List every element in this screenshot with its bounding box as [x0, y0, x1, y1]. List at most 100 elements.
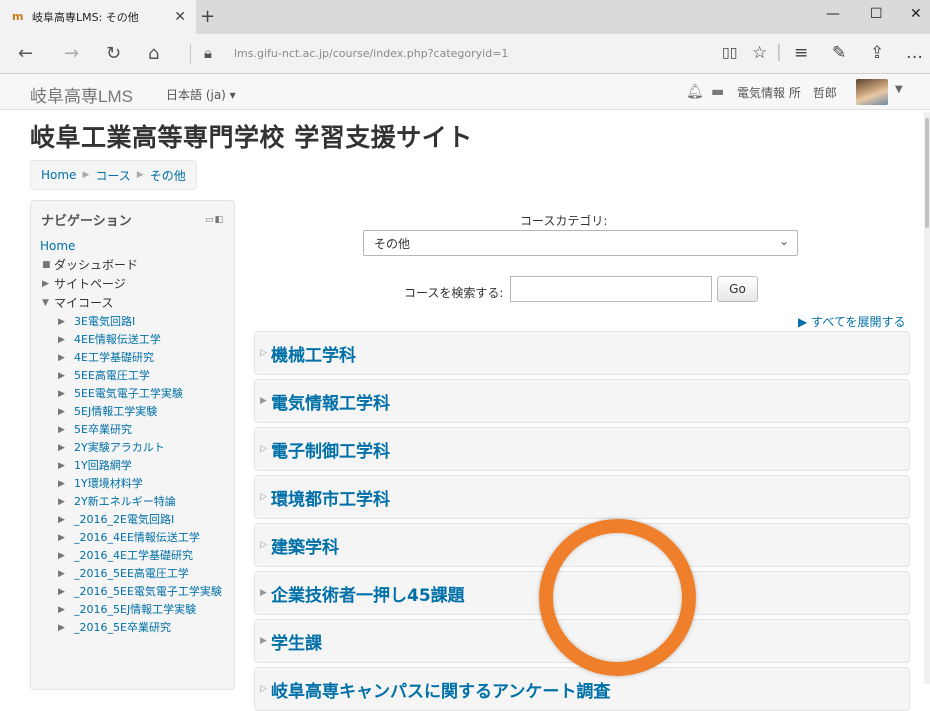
minimize-button[interactable]: —: [826, 6, 840, 22]
breadcrumb-separator-icon: ▶: [136, 170, 144, 180]
category-label: コースカテゴリ:: [520, 214, 608, 228]
course-item[interactable]: ▶ _2016_5E卒業研究: [58, 619, 230, 637]
language-menu[interactable]: 日本語 (ja) ▾: [166, 86, 236, 103]
category-name[interactable]: 学生課: [271, 629, 322, 654]
course-item[interactable]: ▶ _2016_5EE高電圧工学: [58, 565, 230, 583]
expand-icon: ▷: [260, 540, 267, 550]
expand-icon: ▷: [260, 348, 267, 358]
favorite-star-icon[interactable]: ☆: [752, 43, 767, 63]
forward-icon[interactable]: →: [64, 43, 79, 64]
category-row[interactable]: ▷ 電子制御工学科: [254, 427, 910, 471]
expand-icon: ▶: [260, 588, 267, 598]
category-row[interactable]: ▷ 岐阜高専キャンパスに関するアンケート調査: [254, 667, 910, 711]
browser-tab-bar: m 岐阜高専LMS: その他 ✕ + — ☐ ✕: [0, 0, 930, 34]
category-select[interactable]: その他 ⌄: [363, 230, 798, 256]
category-row[interactable]: ▶ 電気情報工学科: [254, 379, 910, 423]
hub-icon[interactable]: ≡: [794, 43, 808, 63]
course-item[interactable]: ▶ 5E卒業研究: [58, 421, 230, 439]
bullet-icon: ■: [42, 260, 51, 270]
category-name[interactable]: 建築学科: [271, 533, 339, 558]
category-name[interactable]: 電気情報工学科: [271, 389, 390, 414]
course-item[interactable]: ▶ _2016_4EE情報伝送工学: [58, 529, 230, 547]
window-close-button[interactable]: ✕: [910, 6, 922, 22]
course-item[interactable]: ▶ 1Y回路網学: [58, 457, 230, 475]
maximize-button[interactable]: ☐: [870, 6, 883, 22]
go-button[interactable]: Go: [717, 276, 758, 302]
course-item[interactable]: ▶ 5EE電気電子工学実験: [58, 385, 230, 403]
block-controls-icon[interactable]: ▭◧: [205, 215, 224, 225]
search-label: コースを検索する:: [404, 286, 504, 300]
course-item[interactable]: ▶ 1Y環境材料学: [58, 475, 230, 493]
chevron-down-icon: ⌄: [778, 234, 789, 248]
nav-item-label: サイトページ: [54, 277, 126, 291]
category-name[interactable]: 企業技術者一押し45課題: [271, 581, 465, 606]
navigation-block-title: ナビゲーション: [41, 214, 132, 229]
moodle-favicon-icon: m: [12, 10, 24, 23]
expand-icon: ▶: [260, 636, 267, 646]
expand-all-link[interactable]: ▶ すべてを展開する: [798, 313, 905, 330]
category-row[interactable]: ▷ 環境都市工学科: [254, 475, 910, 519]
category-name[interactable]: 電子制御工学科: [271, 437, 390, 462]
expand-icon: ▶: [260, 396, 267, 406]
nav-item-label: ダッシュボード: [54, 258, 139, 272]
divider: |: [776, 42, 782, 62]
expand-icon: ▷: [260, 684, 267, 694]
back-icon[interactable]: ←: [18, 43, 33, 64]
tab-close-icon[interactable]: ✕: [174, 9, 186, 25]
category-name[interactable]: 岐阜高専キャンパスに関するアンケート調査: [271, 677, 610, 702]
category-name[interactable]: 環境都市工学科: [271, 485, 390, 510]
user-name[interactable]: 電気情報 所 哲郎: [737, 84, 837, 101]
course-item[interactable]: ▶ _2016_2E電気回路I: [58, 511, 230, 529]
notifications-bell-icon[interactable]: 🔔︎: [686, 84, 704, 100]
scrollbar-thumb[interactable]: [925, 118, 929, 228]
category-select-value: その他: [374, 237, 411, 251]
collapse-icon: ▼: [42, 298, 49, 308]
nav-home[interactable]: Home: [40, 237, 230, 256]
course-search-input[interactable]: [510, 276, 712, 302]
share-icon[interactable]: ⇪: [870, 43, 884, 63]
nav-item-site-pages[interactable]: ▶ サイトページ: [40, 275, 230, 294]
more-icon[interactable]: …: [906, 43, 923, 63]
site-navbar: 岐阜高専LMS 日本語 (ja) ▾ 🔔︎ ▬ 電気情報 所 哲郎 ▼: [0, 74, 930, 110]
expand-icon: ▷: [260, 444, 267, 454]
navigation-block: ナビゲーション ▭◧ Home ■ ダッシュボード ▶ サイトページ ▼ マイコース …: [30, 200, 235, 690]
nav-item-label: マイコース: [54, 296, 114, 310]
new-tab-button[interactable]: +: [200, 6, 215, 27]
course-item[interactable]: ▶ 4E工学基礎研究: [58, 349, 230, 367]
refresh-icon[interactable]: ↻: [106, 43, 121, 64]
course-item[interactable]: ▶ 5EJ情報工学実験: [58, 403, 230, 421]
course-item[interactable]: ▶ 3E電気回路I: [58, 313, 230, 331]
avatar[interactable]: [856, 79, 888, 105]
course-item[interactable]: ▶ _2016_5EE電気電子工学実験: [58, 583, 230, 601]
breadcrumb-courses[interactable]: コース: [95, 167, 130, 184]
notes-icon[interactable]: ✎: [832, 43, 846, 63]
expand-icon: ▶: [42, 279, 49, 289]
course-item[interactable]: ▶ 2Y実験アラカルト: [58, 439, 230, 457]
breadcrumb-separator-icon: ▶: [82, 170, 90, 180]
course-item[interactable]: ▶ 2Y新エネルギー特論: [58, 493, 230, 511]
url-field[interactable]: lms.gifu-nct.ac.jp/course/index.php?cate…: [234, 47, 508, 60]
expand-icon: ▷: [260, 492, 267, 502]
course-item[interactable]: ▶ 4EE情報伝送工学: [58, 331, 230, 349]
category-row[interactable]: ▷ 機械工学科: [254, 331, 910, 375]
tab-title: 岐阜高専LMS: その他: [32, 11, 139, 24]
highlight-ring: [539, 519, 696, 676]
breadcrumb-home[interactable]: Home: [41, 168, 76, 182]
lock-icon: 🔒︎: [204, 44, 212, 62]
breadcrumb-current[interactable]: その他: [150, 167, 186, 184]
my-courses-list: ▶ 3E電気回路I ▶ 4EE情報伝送工学 ▶ 4E工学基礎研究 ▶ 5EE高電圧工学 …: [40, 313, 230, 637]
address-bar-row: ← → ↻ ⌂ 🔒︎ lms.gifu-nct.ac.jp/course/ind…: [0, 34, 930, 74]
course-item[interactable]: ▶ _2016_4E工学基礎研究: [58, 547, 230, 565]
category-name[interactable]: 機械工学科: [271, 341, 356, 366]
divider: [190, 44, 191, 64]
course-item[interactable]: ▶ _2016_5EJ情報工学実験: [58, 601, 230, 619]
site-brand[interactable]: 岐阜高専LMS: [30, 82, 133, 107]
chevron-down-icon[interactable]: ▼: [895, 84, 903, 95]
nav-item-dashboard[interactable]: ■ ダッシュボード: [40, 256, 230, 275]
course-item[interactable]: ▶ 5EE高電圧工学: [58, 367, 230, 385]
messages-icon[interactable]: ▬: [711, 84, 724, 100]
nav-item-my-courses[interactable]: ▼ マイコース: [40, 294, 230, 313]
reading-view-icon[interactable]: ▯▯: [722, 45, 737, 61]
browser-tab[interactable]: m 岐阜高専LMS: その他 ✕: [0, 0, 196, 34]
home-icon[interactable]: ⌂: [148, 43, 159, 64]
